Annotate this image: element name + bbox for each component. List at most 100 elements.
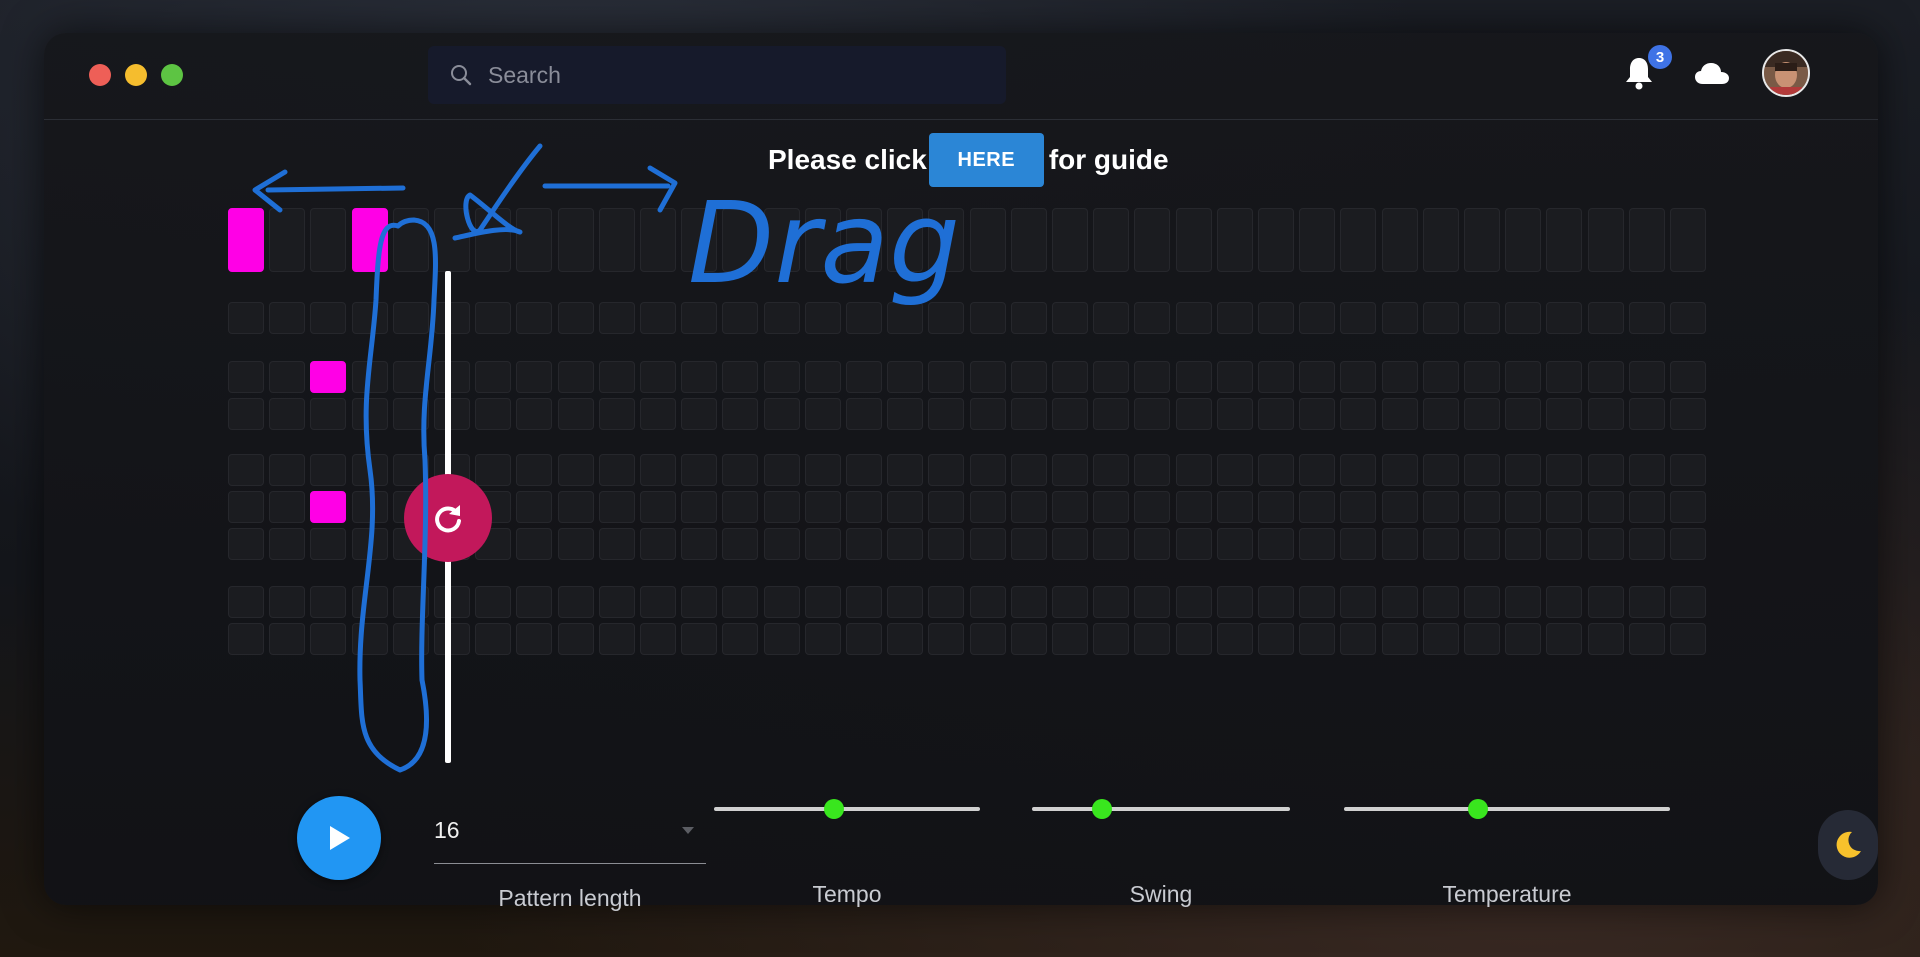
step-cell[interactable]: [1670, 454, 1706, 486]
step-cell[interactable]: [392, 398, 429, 430]
step-cell[interactable]: [1175, 528, 1212, 560]
step-cell[interactable]: [887, 361, 924, 393]
step-cell[interactable]: [1546, 528, 1583, 560]
temperature-slider[interactable]: [1344, 807, 1670, 811]
step-cell[interactable]: [681, 398, 718, 430]
step-cell[interactable]: [310, 454, 347, 486]
step-cell[interactable]: [969, 208, 1006, 272]
step-cell[interactable]: [1464, 302, 1500, 334]
step-cell[interactable]: [392, 302, 429, 334]
step-cell[interactable]: [640, 623, 676, 655]
step-cell[interactable]: [1258, 208, 1294, 272]
step-cell[interactable]: [1134, 398, 1171, 430]
step-cell[interactable]: [846, 586, 882, 618]
step-cell[interactable]: [1175, 491, 1212, 523]
step-cell[interactable]: [351, 454, 388, 486]
step-cell[interactable]: [640, 398, 676, 430]
cloud-button[interactable]: [1692, 59, 1732, 89]
step-cell[interactable]: [722, 302, 759, 334]
play-button[interactable]: [297, 796, 381, 880]
step-cell[interactable]: [228, 398, 264, 430]
step-cell[interactable]: [1464, 491, 1500, 523]
tempo-slider[interactable]: [714, 807, 980, 811]
step-cell[interactable]: [475, 623, 512, 655]
step-cell[interactable]: [1052, 491, 1088, 523]
step-cell[interactable]: [681, 302, 718, 334]
step-cell[interactable]: [1422, 528, 1459, 560]
step-cell[interactable]: [351, 586, 388, 618]
step-cell[interactable]: [1381, 454, 1418, 486]
step-cell[interactable]: [1258, 491, 1294, 523]
step-cell[interactable]: [1175, 302, 1212, 334]
step-cell[interactable]: [804, 491, 841, 523]
step-cell[interactable]: [1258, 623, 1294, 655]
step-cell[interactable]: [1381, 302, 1418, 334]
step-cell[interactable]: [1505, 454, 1542, 486]
step-cell[interactable]: [1299, 208, 1336, 272]
reset-button[interactable]: [404, 474, 492, 562]
step-cell[interactable]: [1299, 361, 1336, 393]
step-cell[interactable]: [1464, 528, 1500, 560]
step-cell[interactable]: [1670, 302, 1706, 334]
step-cell[interactable]: [722, 361, 759, 393]
step-cell[interactable]: [681, 361, 718, 393]
step-cell[interactable]: [681, 623, 718, 655]
step-cell[interactable]: [1175, 398, 1212, 430]
step-cell[interactable]: [969, 623, 1006, 655]
step-cell[interactable]: [516, 208, 553, 272]
step-cell[interactable]: [310, 623, 347, 655]
step-cell[interactable]: [1464, 208, 1500, 272]
step-cell[interactable]: [1093, 454, 1130, 486]
step-cell[interactable]: [1505, 623, 1542, 655]
step-cell[interactable]: [1464, 361, 1500, 393]
step-cell[interactable]: [887, 454, 924, 486]
step-cell[interactable]: [1587, 398, 1624, 430]
step-cell[interactable]: [557, 528, 594, 560]
step-cell[interactable]: [1628, 398, 1665, 430]
step-cell[interactable]: [557, 361, 594, 393]
step-cell[interactable]: [1258, 454, 1294, 486]
step-cell[interactable]: [1587, 454, 1624, 486]
close-window-button[interactable]: [89, 64, 111, 86]
step-cell[interactable]: [228, 491, 264, 523]
step-cell[interactable]: [1093, 208, 1130, 272]
swing-slider-thumb[interactable]: [1091, 799, 1112, 819]
step-cell[interactable]: [1340, 302, 1377, 334]
step-cell[interactable]: [516, 454, 553, 486]
step-cell[interactable]: [1628, 208, 1665, 272]
step-cell[interactable]: [1216, 398, 1253, 430]
step-cell[interactable]: [228, 302, 264, 334]
step-cell[interactable]: [887, 208, 924, 272]
step-cell[interactable]: [1299, 454, 1336, 486]
step-cell[interactable]: [804, 528, 841, 560]
step-cell[interactable]: [1670, 361, 1706, 393]
step-cell[interactable]: [392, 623, 429, 655]
step-cell[interactable]: [310, 528, 347, 560]
step-cell[interactable]: [557, 586, 594, 618]
step-cell[interactable]: [1505, 302, 1542, 334]
step-cell[interactable]: [475, 398, 512, 430]
step-cell[interactable]: [434, 398, 470, 430]
step-cell[interactable]: [969, 361, 1006, 393]
step-cell[interactable]: [722, 454, 759, 486]
step-cell[interactable]: [928, 623, 965, 655]
step-cell[interactable]: [804, 398, 841, 430]
step-cell[interactable]: [1052, 528, 1088, 560]
step-cell[interactable]: [1299, 586, 1336, 618]
step-cell[interactable]: [1010, 302, 1047, 334]
step-cell[interactable]: [681, 208, 718, 272]
step-cell[interactable]: [1422, 454, 1459, 486]
step-cell[interactable]: [804, 454, 841, 486]
step-cell[interactable]: [1381, 586, 1418, 618]
step-cell[interactable]: [640, 454, 676, 486]
step-cell[interactable]: [351, 361, 388, 393]
step-cell[interactable]: [804, 623, 841, 655]
step-cell[interactable]: [1628, 528, 1665, 560]
step-cell[interactable]: [1134, 528, 1171, 560]
step-cell[interactable]: [1422, 398, 1459, 430]
step-cell[interactable]: [1340, 454, 1377, 486]
step-cell[interactable]: [681, 586, 718, 618]
step-cell[interactable]: [310, 491, 347, 523]
step-cell[interactable]: [969, 491, 1006, 523]
step-cell[interactable]: [1052, 454, 1088, 486]
